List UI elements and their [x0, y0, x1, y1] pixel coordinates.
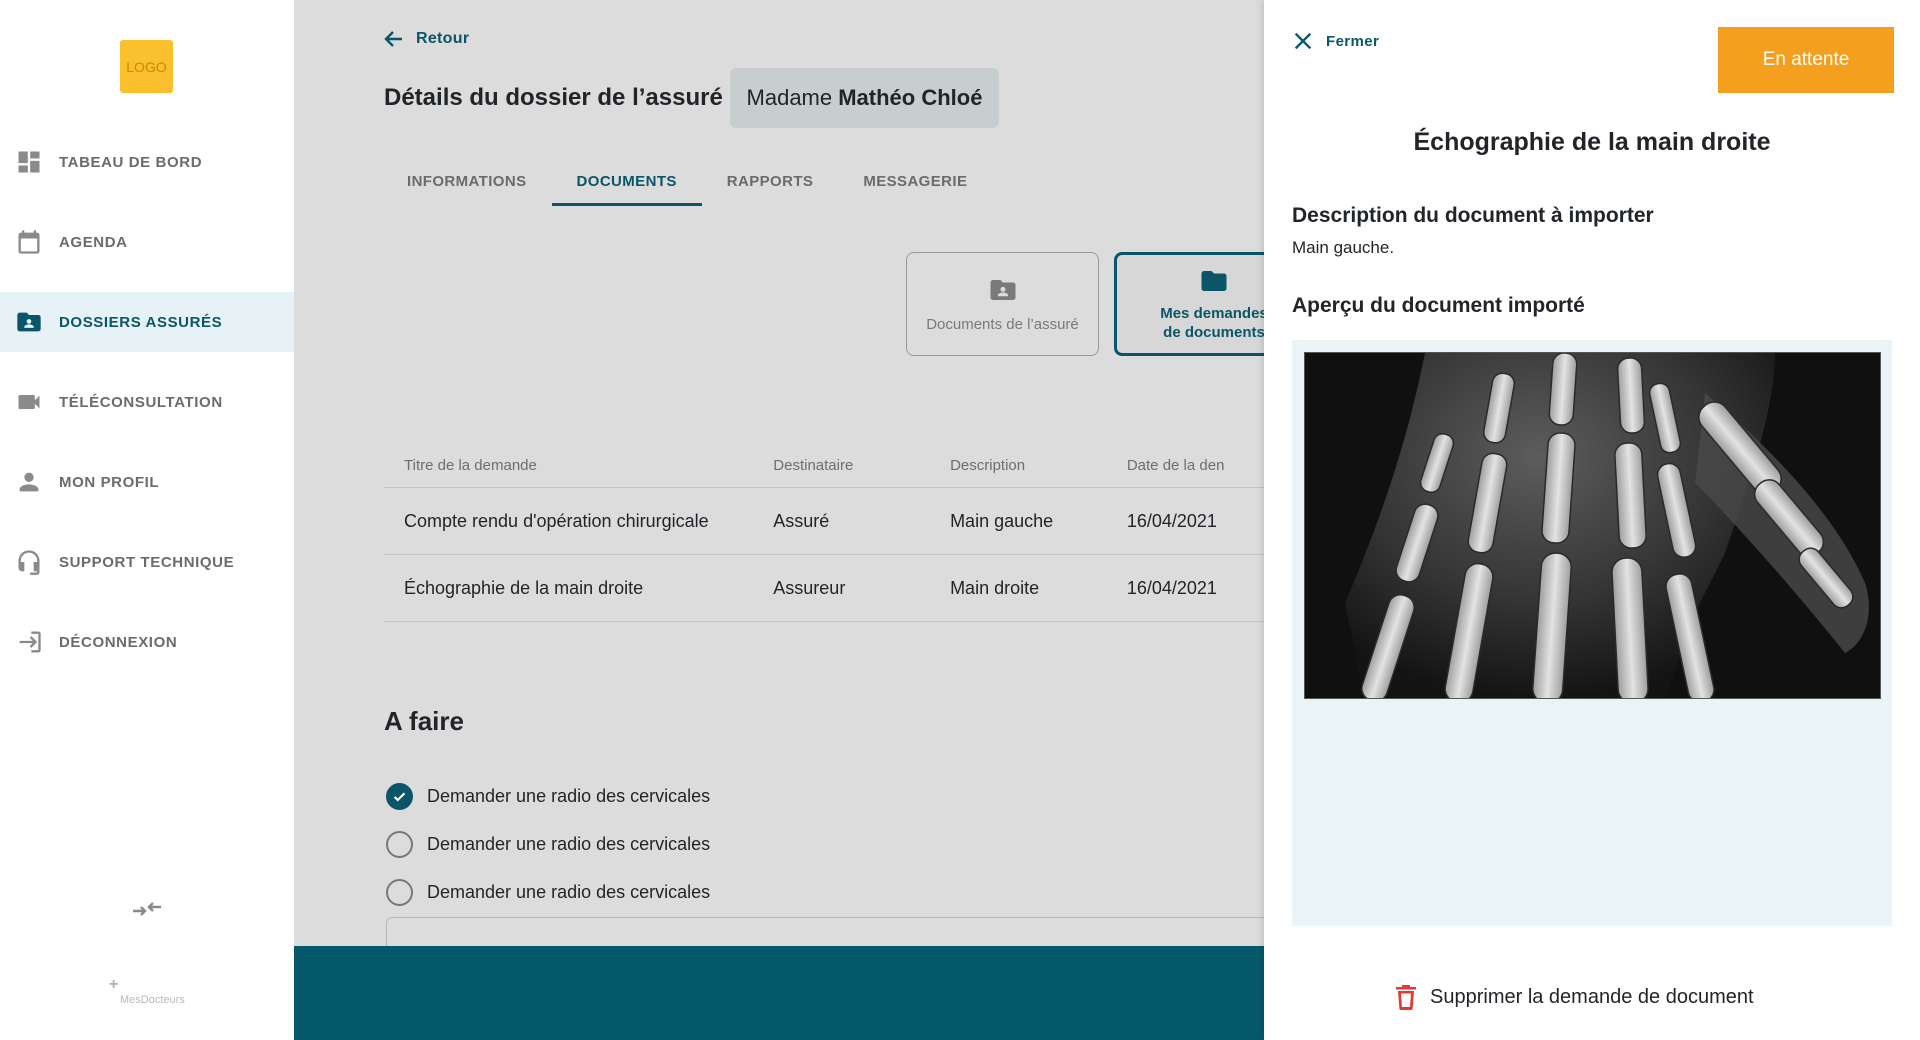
tab-bar: INFORMATIONS DOCUMENTS RAPPORTS MESSAGER…: [382, 156, 992, 206]
header-title: Titre de la demande: [404, 457, 537, 474]
tab-informations[interactable]: INFORMATIONS: [382, 156, 552, 206]
todo-label: Demander une radio des cervicales: [427, 881, 711, 902]
document-detail-panel: Fermer En attente Échographie de la main…: [1264, 0, 1920, 1040]
header-date: Date de la den: [1126, 457, 1225, 474]
card-label: Documents de l’assuré: [926, 315, 1079, 333]
unchecked-circle-icon[interactable]: [386, 830, 413, 858]
header-recipient: Destinataire: [773, 457, 854, 474]
cell-description: Main gauche: [950, 510, 1054, 531]
page-title: Détails du dossier de l’assuré: [384, 84, 723, 111]
sidebar-item-dashboard[interactable]: TABEAU DE BORD: [0, 132, 294, 192]
todo-item[interactable]: Demander une radio des cervicales: [386, 772, 710, 820]
close-button[interactable]: Fermer: [1292, 30, 1379, 52]
back-button[interactable]: Retour: [382, 27, 469, 51]
todo-item[interactable]: Demander une radio des cervicales: [386, 868, 710, 916]
cell-title: Échographie de la main droite: [404, 577, 644, 598]
cell-description: Main droite: [950, 577, 1040, 598]
headset-icon: [14, 547, 44, 577]
insured-documents-card[interactable]: Documents de l’assuré: [906, 252, 1099, 356]
sidebar-item-teleconsultation[interactable]: TÉLÉCONSULTATION: [0, 372, 294, 432]
brand-logo: MesDocteurs: [120, 994, 185, 1006]
xray-image[interactable]: [1304, 352, 1881, 699]
card-label-line2: de documents: [1163, 324, 1264, 341]
close-label: Fermer: [1326, 32, 1380, 50]
logo: LOGO: [120, 40, 173, 93]
document-preview: [1292, 340, 1892, 926]
trash-icon: [1396, 985, 1416, 1010]
calendar-icon: [14, 227, 44, 257]
cell-recipient: Assureur: [773, 577, 846, 598]
checked-circle-icon[interactable]: [386, 782, 413, 810]
sidebar-item-deconnexion[interactable]: DÉCONNEXION: [0, 612, 294, 672]
folder-user-icon: [14, 307, 44, 337]
table-row[interactable]: Échographie de la main droite Assureur M…: [384, 555, 1264, 622]
video-camera-icon: [14, 387, 44, 417]
arrow-left-icon: [384, 31, 402, 47]
patient-prefix: Madame: [746, 85, 839, 110]
footer-bar: [294, 946, 1264, 1040]
todo-title: A faire: [384, 706, 464, 736]
delete-request-button[interactable]: Supprimer la demande de document: [1394, 984, 1754, 1010]
cell-recipient: Assuré: [773, 510, 830, 531]
back-label: Retour: [416, 30, 470, 47]
sidebar-item-support-technique[interactable]: SUPPORT TECHNIQUE: [0, 532, 294, 592]
sidebar-item-label: TABEAU DE BORD: [59, 153, 203, 171]
sidebar-item-label: TÉLÉCONSULTATION: [59, 393, 223, 411]
tab-messagerie[interactable]: MESSAGERIE: [838, 156, 992, 206]
sidebar-item-label: MON PROFIL: [59, 473, 160, 491]
sidebar: LOGO TABEAU DE BORD AGENDA DOSSIERS ASSU…: [0, 0, 294, 1040]
main-content: Retour Détails du dossier de l’assuré Ma…: [294, 0, 1264, 1040]
folder-icon: [1201, 271, 1227, 291]
dashboard-icon: [14, 147, 44, 177]
my-requests-card[interactable]: Mes demandes de documents: [1114, 252, 1264, 356]
tab-documents[interactable]: DOCUMENTS: [551, 156, 702, 206]
table-row[interactable]: Compte rendu d'opération chirurgicale As…: [384, 488, 1264, 555]
cell-title: Compte rendu d'opération chirurgicale: [404, 510, 709, 531]
logout-icon: [14, 627, 44, 657]
table-header: Titre de la demande Destinataire Descrip…: [384, 444, 1264, 488]
sidebar-item-mon-profil[interactable]: MON PROFIL: [0, 452, 294, 512]
cell-date: 16/04/2021: [1126, 577, 1217, 598]
unchecked-circle-icon[interactable]: [386, 878, 413, 906]
header-description: Description: [950, 457, 1026, 474]
todo-label: Demander une radio des cervicales: [427, 833, 711, 854]
description-title: Description du document à importer: [1292, 204, 1654, 227]
todo-item[interactable]: Demander une radio des cervicales: [386, 820, 710, 868]
requests-table: Titre de la demande Destinataire Descrip…: [384, 444, 1264, 622]
collapse-arrows-icon[interactable]: [131, 897, 163, 921]
sidebar-item-label: SUPPORT TECHNIQUE: [59, 553, 235, 571]
folder-user-icon: [990, 279, 1015, 300]
sidebar-item-dossiers-assures[interactable]: DOSSIERS ASSURÉS: [0, 292, 294, 352]
todo-label: Demander une radio des cervicales: [427, 785, 711, 806]
sidebar-nav: TABEAU DE BORD AGENDA DOSSIERS ASSURÉS T…: [0, 132, 294, 692]
sidebar-item-label: DÉCONNEXION: [59, 633, 178, 651]
todo-list: Demander une radio des cervicales Demand…: [386, 772, 710, 916]
tab-rapports[interactable]: RAPPORTS: [702, 156, 839, 206]
patient-name: Mathéo Chloé: [838, 85, 983, 110]
sidebar-item-label: AGENDA: [59, 233, 128, 251]
sidebar-item-agenda[interactable]: AGENDA: [0, 212, 294, 272]
card-label-line1: Mes demandes: [1160, 305, 1264, 322]
preview-title: Aperçu du document importé: [1292, 294, 1585, 317]
status-button[interactable]: En attente: [1718, 27, 1894, 93]
patient-chip: Madame Mathéo Chloé: [730, 68, 999, 128]
cell-date: 16/04/2021: [1126, 510, 1217, 531]
brand-plus-icon: +: [109, 976, 119, 993]
panel-title: Échographie de la main droite: [1413, 128, 1771, 156]
close-icon: [1294, 32, 1312, 50]
sidebar-item-label: DOSSIERS ASSURÉS: [59, 313, 223, 331]
description-text: Main gauche.: [1292, 238, 1395, 257]
person-icon: [14, 467, 44, 497]
delete-label: Supprimer la demande de document: [1430, 985, 1754, 1008]
